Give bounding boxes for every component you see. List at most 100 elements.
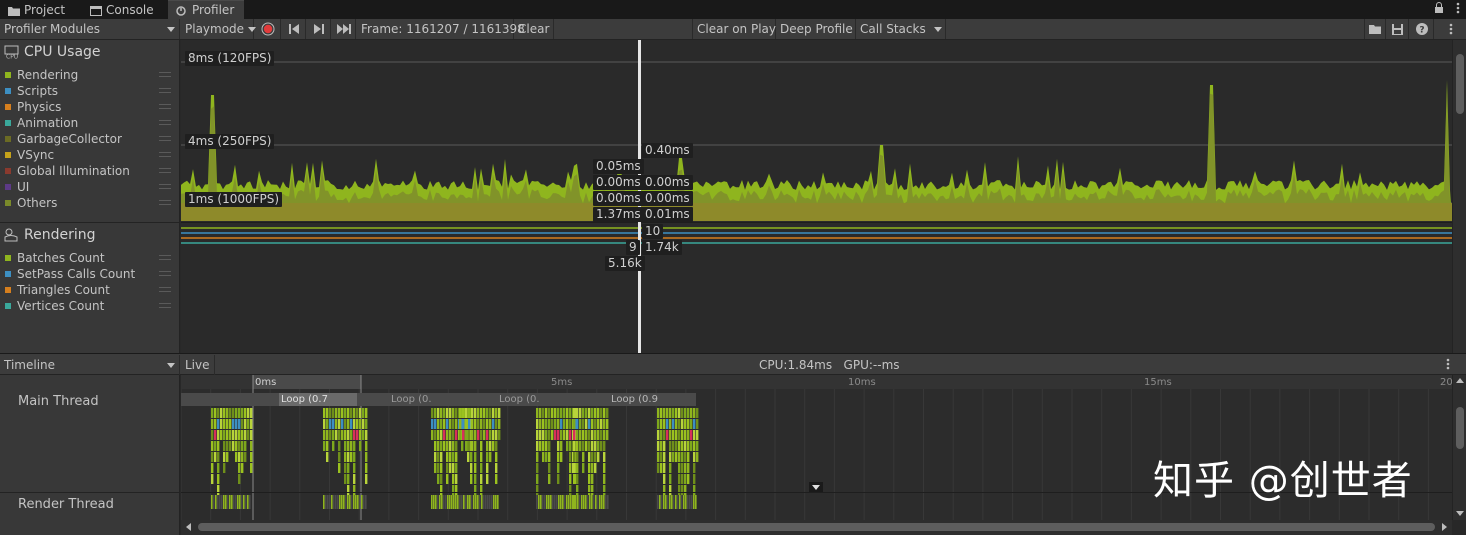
tick-label-20ms: 20 <box>1440 377 1452 388</box>
main-thread-label[interactable]: Main Thread <box>18 394 99 409</box>
scroll-down-icon[interactable] <box>1456 511 1464 516</box>
profiler-sample-block <box>434 463 437 473</box>
profiler-sample-block <box>214 419 217 429</box>
clear-button[interactable]: Clear <box>514 19 554 39</box>
render-thread-sample <box>249 495 251 509</box>
drag-handle-icon[interactable] <box>159 184 171 189</box>
playmode-dropdown[interactable]: Playmode <box>181 19 257 39</box>
profiler-sample-block <box>350 408 353 418</box>
tab-project[interactable]: Project <box>0 0 73 19</box>
drag-handle-icon[interactable] <box>159 287 171 292</box>
cpu-legend-item[interactable]: Others <box>5 195 175 211</box>
drag-handle-icon[interactable] <box>159 303 171 308</box>
profiler-sample-block <box>545 419 548 429</box>
loop-label-4[interactable]: Loop (0. <box>499 394 540 405</box>
render-thread-label[interactable]: Render Thread <box>18 497 114 512</box>
cpu-legend-item[interactable]: Scripts <box>5 83 175 99</box>
render-thread-sample <box>540 495 542 509</box>
deep-profile-toggle[interactable]: Deep Profile <box>776 19 856 39</box>
call-stacks-dropdown[interactable]: Call Stacks <box>856 19 946 39</box>
render-thread-sample <box>465 495 467 509</box>
profiler-sample-block <box>332 419 335 429</box>
scroll-right-icon[interactable] <box>1442 523 1447 531</box>
drag-handle-icon[interactable] <box>159 168 171 173</box>
cpu-usage-chart[interactable]: 8ms (120FPS) 4ms (250FPS) 1ms (1000FPS) … <box>181 40 1452 353</box>
profiler-sample-block <box>483 419 486 429</box>
clear-on-play-toggle[interactable]: Clear on Play <box>692 19 776 39</box>
loop-label-1[interactable]: Loop (0.7 <box>281 394 328 405</box>
profiler-sample-block <box>536 430 539 440</box>
render-thread-sample <box>323 495 325 509</box>
more-options-button[interactable] <box>1435 19 1466 39</box>
profiler-sample-block <box>480 463 483 473</box>
rendering-legend-item[interactable]: Vertices Count <box>5 298 175 314</box>
load-button[interactable] <box>1364 19 1386 39</box>
cpu-legend-item[interactable]: Global Illumination <box>5 163 175 179</box>
profiler-sample-block <box>241 419 244 429</box>
menu-dots-icon[interactable] <box>1456 2 1460 17</box>
help-button[interactable]: ? <box>1410 19 1434 39</box>
timeline-hscroll-thumb[interactable] <box>198 523 1435 531</box>
render-thread-sample <box>239 495 241 509</box>
tab-profiler[interactable]: Profiler <box>168 0 244 19</box>
profiler-sample-block <box>480 441 483 451</box>
cpu-usage-graph[interactable] <box>181 40 1452 353</box>
scroll-left-icon[interactable] <box>186 523 191 531</box>
chart-scrollbar[interactable] <box>1452 40 1466 353</box>
rendering-legend-item[interactable]: SetPass Calls Count <box>5 266 175 282</box>
profiler-sample-block <box>359 430 362 440</box>
profiler-sample-block <box>681 452 684 462</box>
profiler-sample-block <box>344 463 347 473</box>
profiler-sample-block <box>455 485 458 495</box>
profiler-sample-block <box>489 441 492 451</box>
lock-icon[interactable] <box>1434 2 1444 17</box>
rendering-legend-item[interactable]: Batches Count <box>5 250 175 266</box>
cpu-legend-item[interactable]: GarbageCollector <box>5 131 175 147</box>
cpu-legend-item[interactable]: Animation <box>5 115 175 131</box>
live-toggle[interactable]: Live <box>181 355 215 375</box>
cpu-legend-item[interactable]: VSync <box>5 147 175 163</box>
loop-label-2[interactable]: Loop (0. <box>391 394 432 405</box>
rendering-legend-item[interactable]: Triangles Count <box>5 282 175 298</box>
timeline-more-options[interactable] <box>1446 358 1450 373</box>
current-frame-button[interactable] <box>332 19 356 39</box>
render-thread-sample <box>575 495 577 509</box>
drag-handle-icon[interactable] <box>159 136 171 141</box>
drag-handle-icon[interactable] <box>159 88 171 93</box>
cpu-legend-item[interactable]: Physics <box>5 99 175 115</box>
cpu-usage-module-header[interactable]: CPU CPU Usage <box>4 44 101 60</box>
profiler-modules-dropdown[interactable]: Profiler Modules <box>0 19 180 39</box>
drag-handle-icon[interactable] <box>159 255 171 260</box>
save-button[interactable] <box>1387 19 1409 39</box>
scroll-up-icon[interactable] <box>1456 378 1464 383</box>
expand-thread-button[interactable] <box>809 482 823 492</box>
timeline-vscrollbar[interactable] <box>1452 375 1466 520</box>
record-button[interactable] <box>255 19 281 39</box>
profiler-sample-block <box>241 408 244 418</box>
render-thread-sample <box>233 495 235 509</box>
tab-console[interactable]: Console <box>82 0 162 19</box>
previous-frame-button[interactable] <box>282 19 306 39</box>
drag-handle-icon[interactable] <box>159 271 171 276</box>
loop-label-3[interactable]: Loop (0.9 <box>611 394 658 405</box>
profiler-sample-block <box>591 474 594 484</box>
profiler-sample-block <box>684 485 687 495</box>
drag-handle-icon[interactable] <box>159 200 171 205</box>
drag-handle-icon[interactable] <box>159 104 171 109</box>
profiler-sample-block <box>338 408 341 418</box>
timeline-vscroll-thumb[interactable] <box>1456 407 1464 449</box>
drag-handle-icon[interactable] <box>159 120 171 125</box>
render-thread-sample <box>463 495 465 509</box>
drag-handle-icon[interactable] <box>159 72 171 77</box>
profiler-sample-block <box>678 474 681 484</box>
drag-handle-icon[interactable] <box>159 152 171 157</box>
timeline-hscrollbar[interactable] <box>181 520 1452 535</box>
cpu-legend-item[interactable]: UI <box>5 179 175 195</box>
rendering-module-header[interactable]: Rendering <box>4 227 96 243</box>
cpu-legend-item[interactable]: Rendering <box>5 67 175 83</box>
profiler-sample-block <box>486 441 489 451</box>
view-mode-dropdown[interactable]: Timeline <box>0 355 180 375</box>
next-frame-button[interactable] <box>307 19 331 39</box>
render-thread-sample <box>491 495 493 509</box>
chart-scrollbar-thumb[interactable] <box>1456 54 1464 114</box>
